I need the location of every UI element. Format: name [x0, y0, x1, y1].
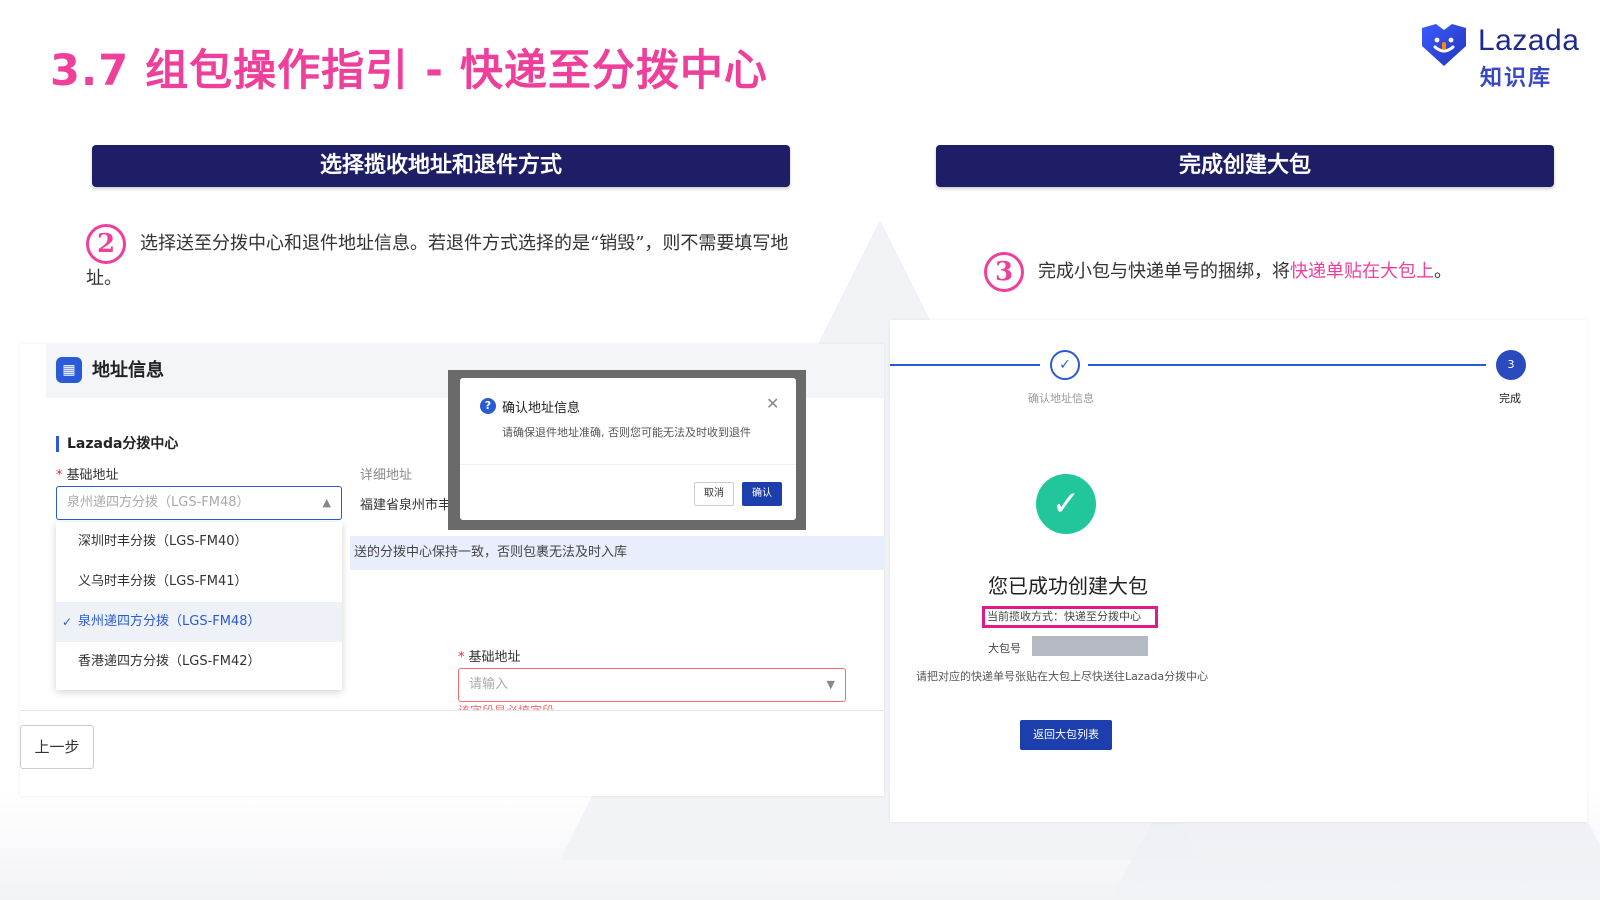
grid-icon: ▦ — [56, 357, 82, 383]
dialog-message: 请确保退件地址准确, 否则您可能无法及时收到退件 — [502, 426, 751, 439]
step2-text: 选择送至分拨中心和退件地址信息。若退件方式选择的是“销毁”，则不需要填写地址。 — [86, 233, 789, 289]
dropdown-option-selected[interactable]: ✓ 泉州递四方分拨（LGS-FM48） — [56, 602, 342, 642]
logo-subtitle: 知识库 — [1480, 66, 1553, 91]
dialog-confirm-button[interactable]: 确认 — [742, 482, 782, 506]
sorting-center-subtitle: Lazada分拨中心 — [56, 436, 178, 452]
return-address-label-text: 基础地址 — [468, 650, 521, 665]
success-check-icon: ✓ — [1036, 474, 1096, 534]
logo-name: Lazada — [1478, 24, 1580, 57]
success-message: 您已成功创建大包 — [988, 574, 1148, 598]
page-title: 3.7 组包操作指引 - 快递至分拨中心 — [50, 46, 768, 96]
bag-number-label: 大包号 — [988, 642, 1021, 655]
step3-number-badge: 3 — [984, 252, 1024, 292]
section-header-address: 选择揽收地址和退件方式 — [92, 145, 790, 187]
step3-description: 3 完成小包与快递单号的捆绑，将快递单贴在大包上。 — [984, 252, 1564, 292]
return-address-label: * 基础地址 — [458, 650, 521, 665]
bag-number-redacted — [1032, 636, 1148, 656]
basic-address-select[interactable]: 泉州递四方分拨（LGS-FM48） ▲ — [56, 486, 342, 520]
lazada-logo: Lazada 知识库 — [1418, 22, 1580, 92]
dropdown-option[interactable]: 深圳时丰分拨（LGS-FM40） — [56, 522, 342, 562]
return-address-placeholder: 请输入 — [469, 677, 509, 692]
dropdown-option[interactable]: 义乌时丰分拨（LGS-FM41） — [56, 562, 342, 602]
dropdown-option-label: 香港递四方分拨（LGS-FM42） — [78, 654, 261, 669]
basic-address-select-value: 泉州递四方分拨（LGS-FM48） — [67, 495, 250, 510]
form-footer: 上一步 — [20, 710, 884, 796]
address-panel-title: 地址信息 — [92, 360, 164, 381]
step3-text-before: 完成小包与快递单号的捆绑，将 — [1038, 261, 1290, 282]
dropdown-option[interactable]: 香港递四方分拨（LGS-FM42） — [56, 642, 342, 682]
step-current-badge: 3 — [1496, 350, 1526, 380]
caret-down-icon: ▼ — [826, 678, 835, 691]
dropdown-option-label: 义乌时丰分拨（LGS-FM41） — [78, 574, 248, 589]
progress-line — [890, 364, 1040, 366]
sorting-center-dropdown: 深圳时丰分拨（LGS-FM40） 义乌时丰分拨（LGS-FM41） ✓ 泉州递四方… — [56, 522, 342, 690]
basic-address-label-text: 基础地址 — [66, 468, 119, 483]
check-icon: ✓ — [62, 615, 73, 629]
step-done-check-icon: ✓ — [1050, 350, 1080, 380]
dropdown-option-label: 泉州递四方分拨（LGS-FM48） — [78, 614, 261, 629]
step2-description: 2 选择送至分拨中心和退件地址信息。若退件方式选择的是“销毁”，则不需要填写地址。 — [86, 224, 796, 294]
step3-text-highlight: 快递单贴在大包上 — [1290, 261, 1434, 282]
dialog-title: 确认地址信息 — [502, 401, 581, 416]
dialog-cancel-button[interactable]: 取消 — [694, 482, 734, 506]
confirm-address-dialog: ? 确认地址信息 ✕ 请确保退件地址准确, 否则您可能无法及时收到退件 取消 确… — [460, 378, 796, 520]
section-header-complete: 完成创建大包 — [936, 145, 1554, 187]
back-to-bag-list-button[interactable]: 返回大包列表 — [1020, 720, 1112, 750]
caret-up-icon: ▲ — [322, 496, 331, 509]
bag-created-screenshot: ✓ 3 确认地址信息 完成 ✓ 您已成功创建大包 当前揽收方式：快递至分拨中心 … — [890, 320, 1587, 822]
lazada-heart-smile-icon — [1422, 24, 1466, 66]
question-icon: ? — [480, 398, 496, 414]
detail-address-value: 福建省泉州市丰 — [360, 498, 452, 513]
pickup-method-highlight: 当前揽收方式：快递至分拨中心 — [982, 606, 1158, 628]
return-address-select[interactable]: 请输入 ▼ — [458, 668, 846, 702]
basic-address-label: * 基础地址 — [56, 468, 119, 483]
prev-step-button[interactable]: 上一步 — [20, 725, 94, 769]
close-icon[interactable]: ✕ — [766, 394, 779, 413]
dialog-divider — [460, 464, 796, 465]
detail-address-label: 详细地址 — [360, 468, 413, 483]
step2-number-badge: 2 — [86, 224, 126, 264]
step3-label: 完成 — [1499, 392, 1521, 405]
step3-text-after: 。 — [1434, 261, 1452, 282]
progress-line — [1088, 364, 1486, 366]
step1-label: 确认地址信息 — [1028, 392, 1094, 405]
info-notice: 送的分拨中心保持一致，否则包裹无法及时入库 — [350, 536, 884, 570]
confirm-dialog-overlay: ? 确认地址信息 ✕ 请确保退件地址准确, 否则您可能无法及时收到退件 取消 确… — [448, 370, 806, 530]
hint-text: 请把对应的快递单号张贴在大包上尽快送往Lazada分拨中心 — [916, 670, 1209, 683]
dropdown-option-label: 深圳时丰分拨（LGS-FM40） — [78, 534, 248, 549]
